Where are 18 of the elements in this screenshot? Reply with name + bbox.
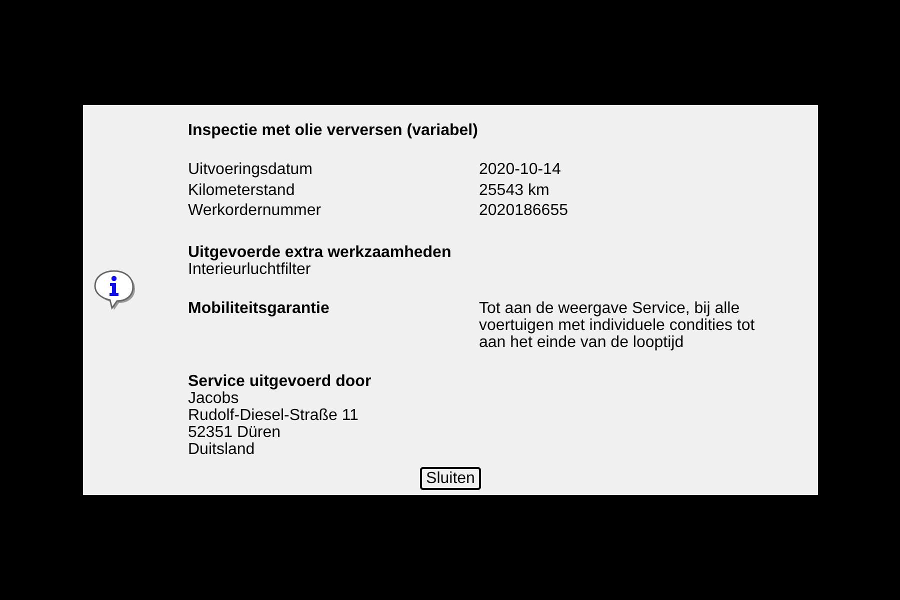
info-icon <box>94 269 136 311</box>
detail-label: Uitvoeringsdatum <box>188 160 314 180</box>
address-line: Duitsland <box>188 440 256 458</box>
section-heading: Service uitgevoerd door <box>188 372 372 390</box>
detail-label: Werkordernummer <box>188 201 322 222</box>
guarantee-label: Mobiliteitsgarantie <box>188 300 330 319</box>
detail-value: 25543 km <box>479 180 550 201</box>
work-item: Interieurluchtfilter <box>188 260 312 278</box>
detail-label: Kilometerstand <box>188 180 296 201</box>
address-line: Jacobs <box>188 390 240 407</box>
address-line: 52351 Düren <box>188 424 282 441</box>
detail-value: 2020186655 <box>479 201 569 222</box>
guarantee-text: Tot aan de weergave Service, bij alle voertuigen met individuele condities tot aan het einde van de looptijd <box>479 300 756 351</box>
section-heading: Uitgevoerde extra werkzaamheden <box>188 244 452 261</box>
detail-value: 2020-10-14 <box>479 160 562 180</box>
dialog-title: Inspectie met olie verversen (variabel) <box>188 122 478 140</box>
close-button[interactable]: Sluiten <box>420 467 481 490</box>
address-line: Rudolf-Diesel-Straße 11 <box>188 406 360 424</box>
